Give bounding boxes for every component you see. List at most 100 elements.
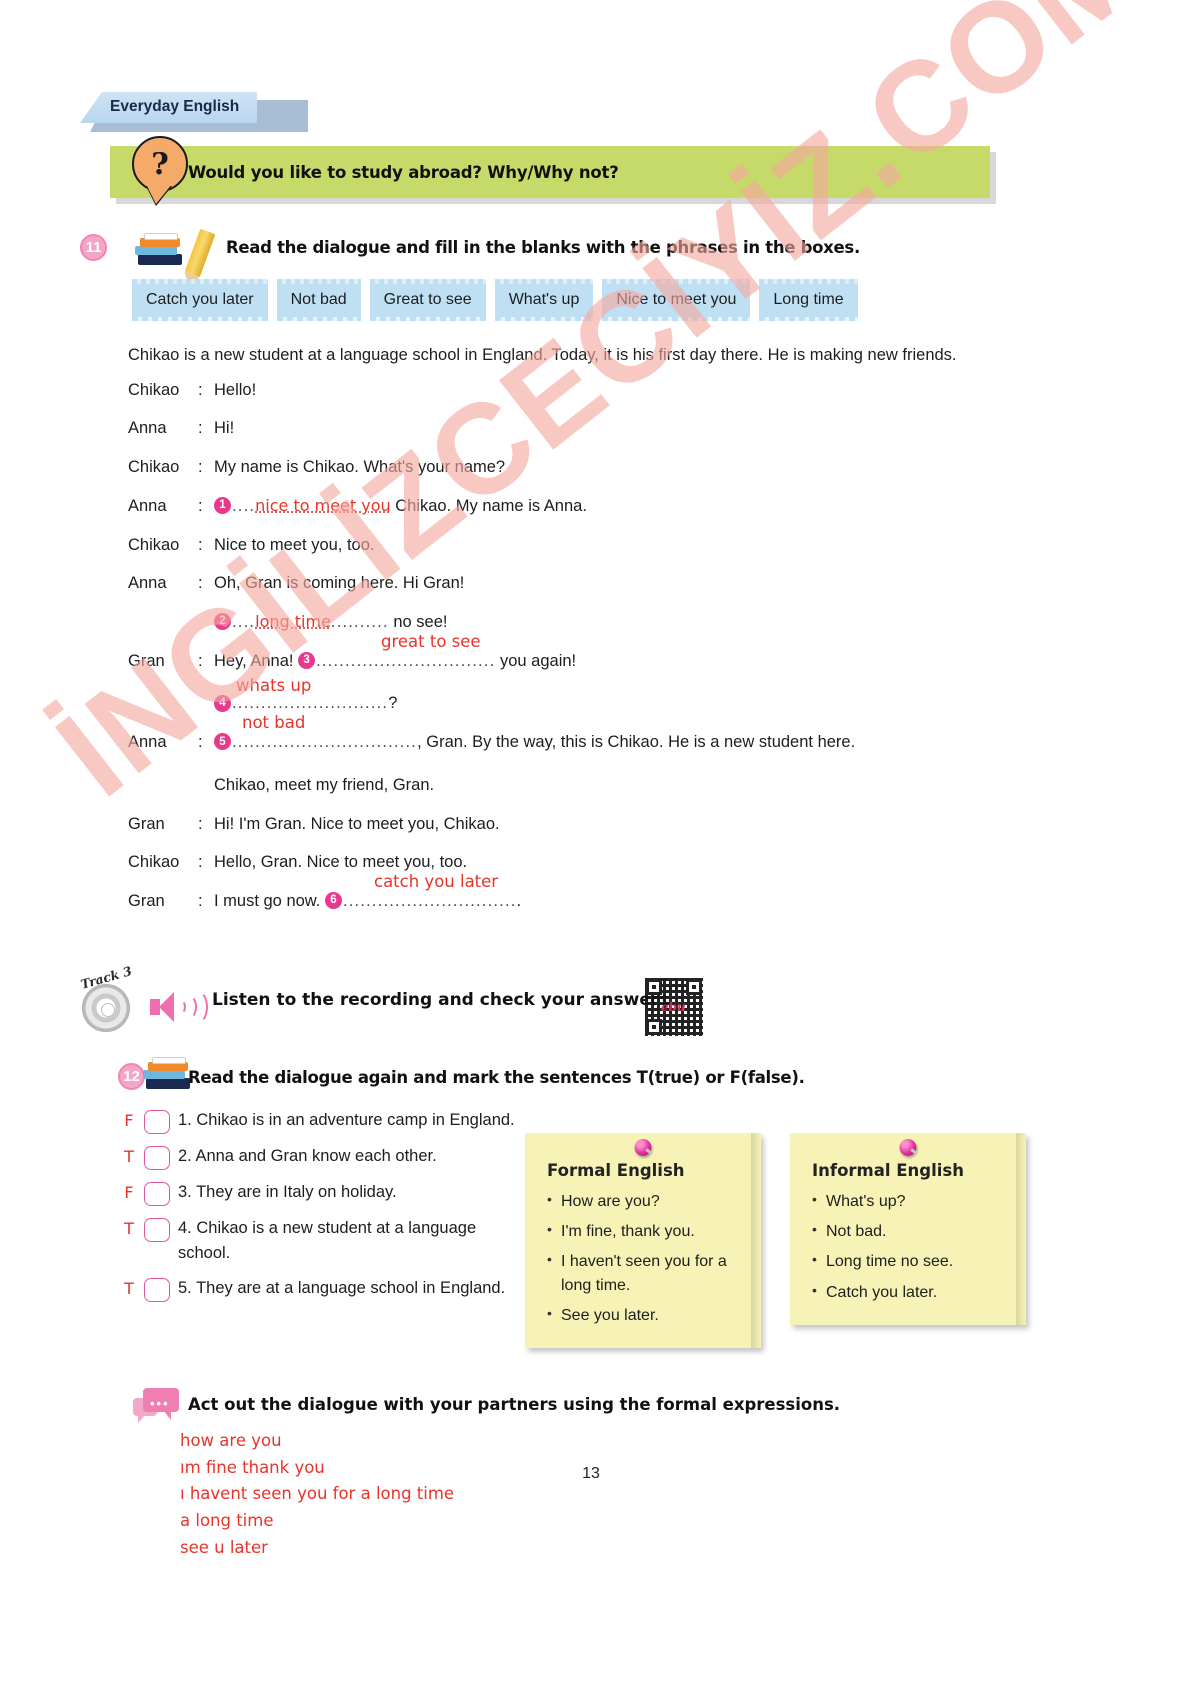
- utterance-pre: I must go now.: [214, 892, 325, 911]
- tf-item-text: 1. Chikao is in an adventure camp in Eng…: [178, 1108, 515, 1133]
- phrase-box[interactable]: Long time: [759, 279, 858, 321]
- dialogue-line: Chikao : Hello, Gran. Nice to meet you, …: [128, 849, 1008, 876]
- tf-item-number: 3.: [178, 1183, 192, 1201]
- dialogue-line: Anna : Oh, Gran is coming here. Hi Gran!: [128, 570, 1008, 597]
- utterance: Hello, Gran. Nice to meet you, too.: [214, 853, 468, 872]
- tf-checkbox[interactable]: [144, 1146, 170, 1170]
- utterance: I must go now. 6........................…: [214, 872, 1008, 915]
- speaker-name: Gran: [128, 651, 165, 670]
- speech-bubble-icon: •••: [133, 1388, 179, 1424]
- handwritten-answer-5[interactable]: not bad: [242, 710, 305, 737]
- note-item: I'm fine, thank you.: [547, 1219, 745, 1243]
- handwritten-tf-answer[interactable]: F: [118, 1180, 140, 1202]
- colon: :: [198, 892, 203, 911]
- books-icon: [132, 233, 184, 268]
- dialogue-line: Gran : Hi! I'm Gran. Nice to meet you, C…: [128, 811, 1008, 838]
- handwritten-tf-answer[interactable]: T: [118, 1216, 140, 1238]
- handwritten-tf-answer[interactable]: T: [118, 1144, 140, 1166]
- phrase-box[interactable]: Nice to meet you: [602, 279, 751, 321]
- note-item: See you later.: [547, 1303, 745, 1327]
- true-false-row: F 3. They are in Italy on holiday.: [118, 1180, 518, 1206]
- tf-item-text: 3. They are in Italy on holiday.: [178, 1180, 397, 1205]
- tf-item-text: 4. Chikao is a new student at a language…: [178, 1216, 518, 1266]
- note-title: Formal English: [547, 1161, 685, 1180]
- tf-checkbox[interactable]: [144, 1277, 170, 1302]
- question-mark-icon: ?: [132, 136, 188, 192]
- blank-number-6: 6: [324, 892, 342, 910]
- handwritten-answer-1[interactable]: nice to meet you: [255, 496, 391, 515]
- listening-instruction: Listen to the recording and check your a…: [212, 990, 676, 1010]
- true-false-row: F 1. Chikao is in an adventure camp in E…: [118, 1108, 518, 1134]
- blank-number-4: 4: [214, 694, 231, 712]
- tf-item-sentence: They are in Italy on holiday.: [196, 1183, 397, 1201]
- true-false-row: T 2. Anna and Gran know each other.: [118, 1144, 518, 1170]
- tf-item-number: 1.: [178, 1111, 192, 1129]
- tf-checkbox[interactable]: [144, 1218, 170, 1242]
- blank-number-2: 2: [214, 613, 231, 631]
- dialogue-line-blank-4: 4...........................? whats up: [214, 676, 1008, 717]
- dialogue-line: Chikao : Nice to meet you, too.: [128, 532, 1008, 559]
- blank-number-5: 5: [214, 733, 231, 751]
- listening-activity: Track 3 Listen to the recording and chec…: [72, 963, 772, 1038]
- colon: :: [198, 651, 203, 670]
- dialogue-line-blank-5: Anna : 5................................…: [128, 713, 1008, 756]
- colon: :: [198, 733, 203, 752]
- utterance: My name is Chikao. What's your name?: [214, 458, 506, 477]
- blank-dots: ....: [232, 496, 256, 515]
- colon: :: [198, 814, 203, 833]
- handwritten-answer-3[interactable]: great to see: [381, 629, 481, 656]
- tf-item-number: 4.: [178, 1219, 192, 1237]
- handwritten-answer-6[interactable]: catch you later: [374, 869, 498, 896]
- phrase-box[interactable]: Catch you later: [132, 279, 268, 321]
- dialogue-line-blank-2: 2 ....long time.......... no see!: [214, 609, 1008, 636]
- note-list: What's up? Not bad. Long time no see. Ca…: [812, 1189, 1010, 1304]
- handwritten-line[interactable]: see u later: [180, 1535, 454, 1562]
- colon: :: [198, 853, 203, 872]
- colon: :: [198, 458, 203, 477]
- books-icon: [140, 1057, 192, 1092]
- handwritten-tf-answer[interactable]: F: [118, 1108, 140, 1130]
- utterance: Hello!: [214, 380, 257, 399]
- utterance: Hi!: [214, 419, 235, 438]
- handwritten-line[interactable]: a long time: [180, 1508, 454, 1535]
- handwritten-answer-2[interactable]: long time: [255, 612, 331, 631]
- colon: :: [198, 574, 203, 593]
- actout-instruction: Act out the dialogue with your partners …: [188, 1395, 841, 1414]
- colon: :: [198, 535, 203, 554]
- speaker-name: Anna: [128, 574, 167, 593]
- true-false-row: T 5. They are at a language school in En…: [118, 1276, 518, 1302]
- note-item: Catch you later.: [812, 1280, 1010, 1304]
- handwritten-line[interactable]: ı havent seen you for a long time: [180, 1481, 454, 1508]
- warmup-question-bar: ? Would you like to study abroad? Why/Wh…: [110, 136, 996, 204]
- handwritten-line[interactable]: how are you: [180, 1428, 454, 1455]
- tf-checkbox[interactable]: [144, 1182, 170, 1206]
- blank-number-1: 1: [214, 497, 231, 515]
- page-number: 13: [582, 1465, 600, 1482]
- speaker-name: Chikao: [128, 853, 180, 872]
- note-item: How are you?: [547, 1189, 745, 1213]
- formal-english-note: Formal English How are you? I'm fine, th…: [525, 1133, 761, 1348]
- handwritten-answer-4[interactable]: whats up: [236, 673, 311, 700]
- utterance-tail: Chikao. My name is Anna.: [390, 496, 587, 515]
- utterance-tail: ?: [388, 694, 398, 713]
- blank-number-3: 3: [298, 651, 316, 669]
- handwritten-tf-answer[interactable]: T: [118, 1276, 140, 1298]
- speaker-name: Gran: [128, 814, 165, 833]
- phrase-box[interactable]: What's up: [494, 279, 594, 321]
- dialogue-line: Chikao : Hello!: [128, 377, 1008, 404]
- dialogue-line: Chikao : My name is Chikao. What's your …: [128, 454, 1008, 481]
- phrase-box[interactable]: Not bad: [276, 279, 361, 321]
- question-bar: ? Would you like to study abroad? Why/Wh…: [110, 136, 990, 198]
- speaker-name: Chikao: [128, 458, 180, 477]
- dialogue-line-blank-3: Gran : Hey, Anna! 3.....................…: [128, 632, 1008, 675]
- blank-dots: ....: [232, 613, 256, 632]
- handwritten-answers-block[interactable]: how are you ım fine thank you ı havent s…: [180, 1428, 454, 1562]
- tf-item-number: 5.: [178, 1278, 192, 1297]
- phrase-box[interactable]: Great to see: [369, 279, 486, 321]
- tf-checkbox[interactable]: [144, 1110, 170, 1134]
- section-tab-label: Everyday English: [80, 92, 258, 123]
- pushpin-icon: [899, 1139, 917, 1156]
- qr-code-icon[interactable]: ebu: [645, 978, 703, 1036]
- tf-item-sentence: Chikao is in an adventure camp in Englan…: [196, 1111, 515, 1129]
- note-list: How are you? I'm fine, thank you. I have…: [547, 1189, 745, 1327]
